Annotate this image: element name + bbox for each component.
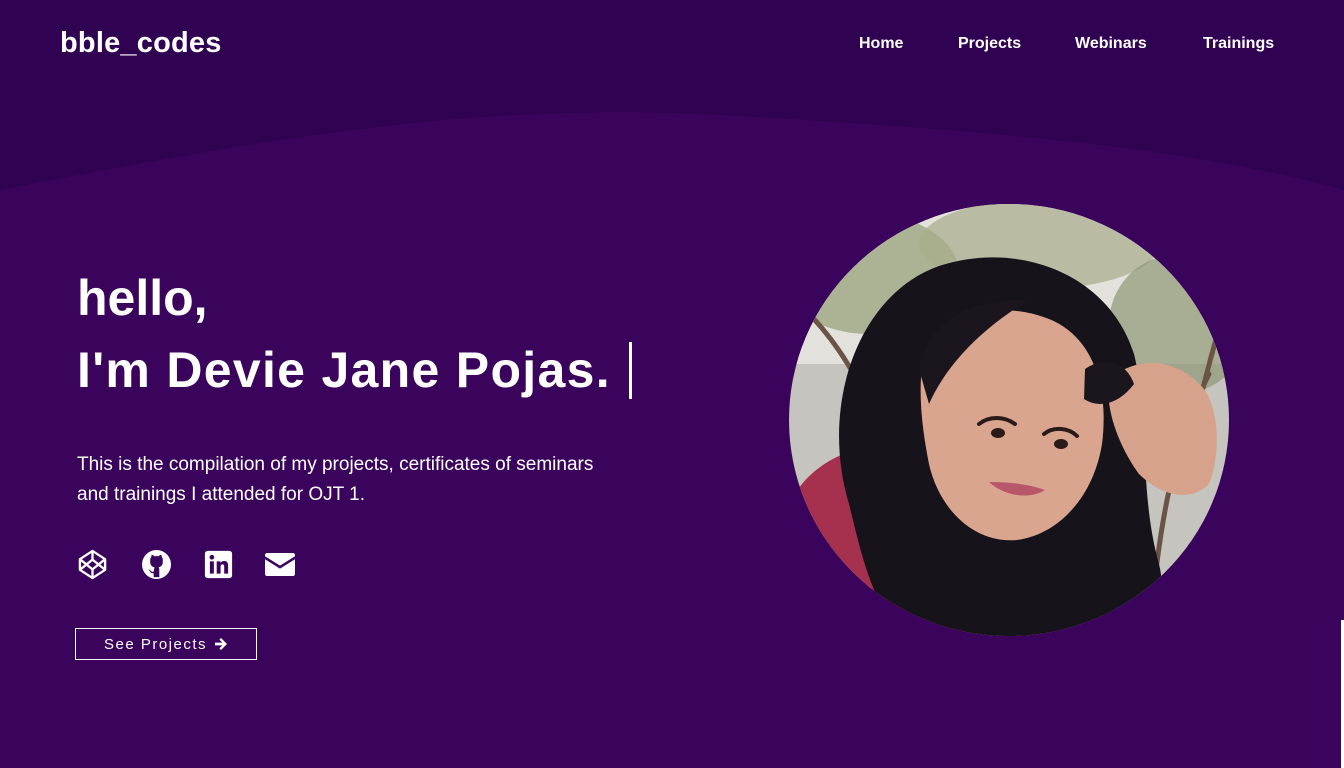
see-projects-label: See Projects [103, 635, 208, 653]
hero-description: This is the compilation of my projects, … [77, 454, 594, 505]
see-projects-button[interactable]: See Projects [75, 628, 257, 660]
nav-links: Home Projects Webinars Trainings [0, 35, 1344, 55]
codepen-icon[interactable] [76, 548, 108, 580]
nav-link-home[interactable]: Home [859, 35, 903, 53]
navbar: bble_codes Home Projects Webinars Traini… [0, 0, 1344, 90]
nav-link-trainings[interactable]: Trainings [1203, 35, 1274, 53]
github-icon[interactable] [140, 548, 172, 580]
linkedin-icon[interactable] [202, 548, 234, 580]
mail-icon[interactable] [264, 548, 296, 580]
hero-greeting: hello, [77, 270, 208, 326]
nav-link-projects[interactable]: Projects [958, 35, 1021, 53]
hero-name: I'm Devie Jane Pojas. [77, 342, 611, 398]
nav-link-webinars[interactable]: Webinars [1075, 35, 1147, 53]
profile-photo [789, 204, 1229, 636]
typing-caret [629, 342, 632, 399]
arrow-right-icon [215, 638, 228, 650]
